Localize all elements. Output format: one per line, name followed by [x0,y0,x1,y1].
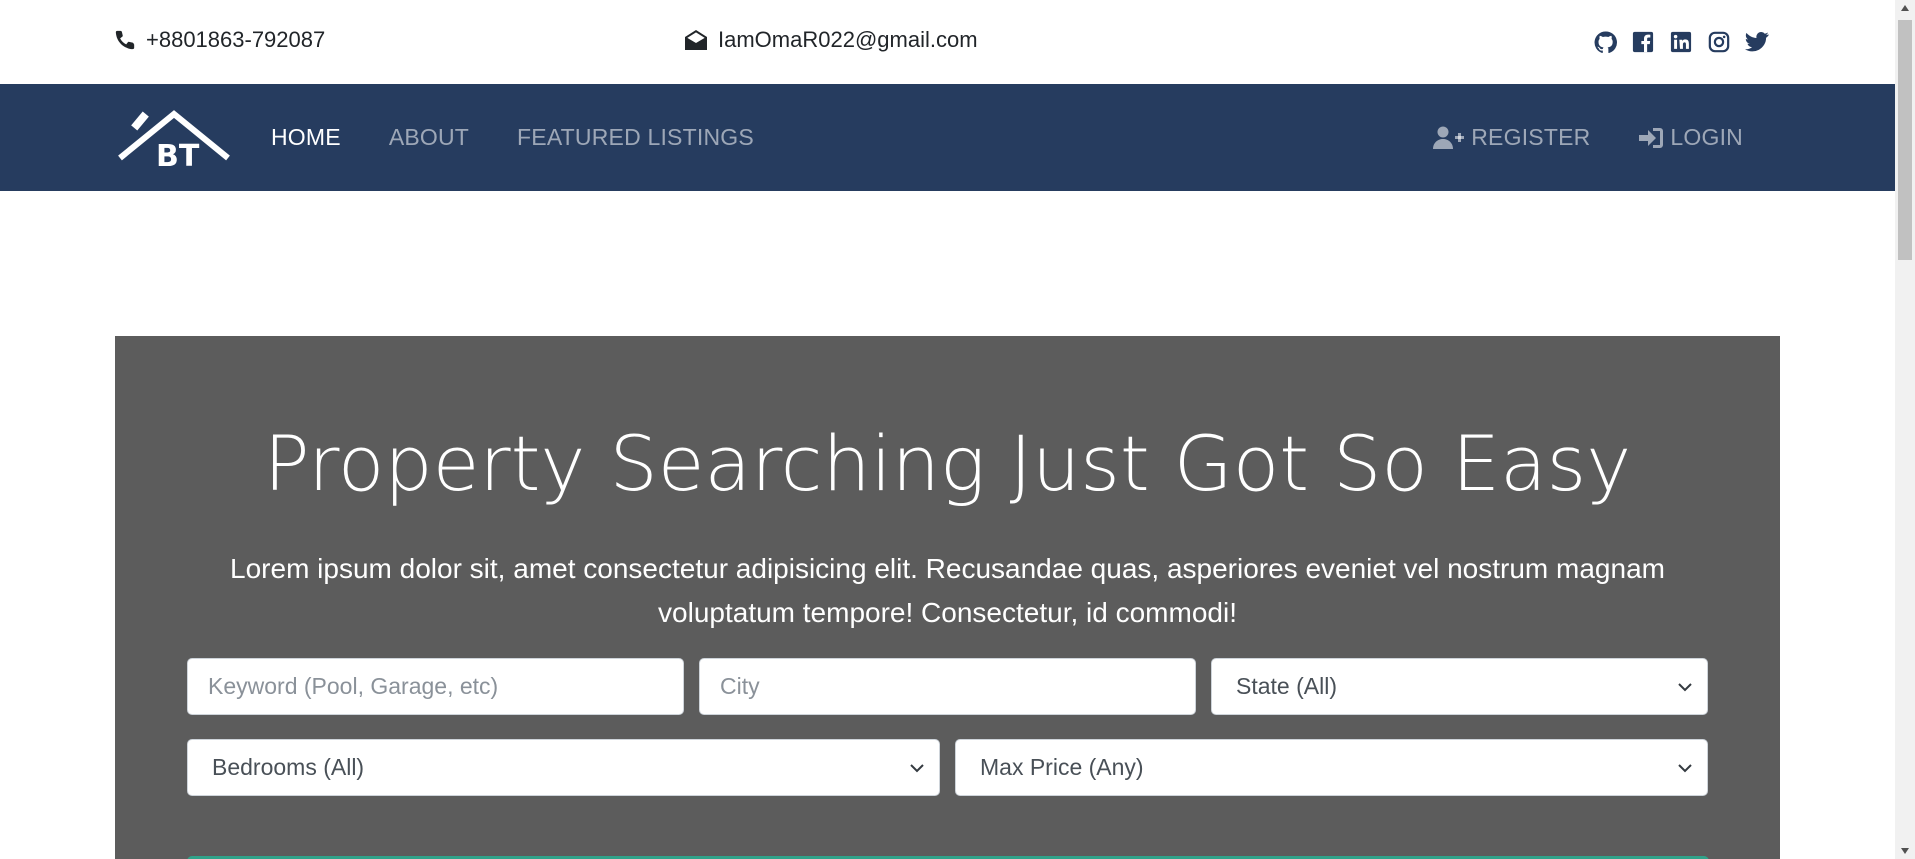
social-links [1593,30,1769,54]
nav-about[interactable]: ABOUT [389,124,469,151]
top-contact-bar: +8801863-792087 IamOmaR022@gmail.com [0,0,1895,84]
logo-text: BT [156,139,200,168]
scroll-down-arrow-icon[interactable] [1900,847,1910,855]
nav-featured-listings[interactable]: FEATURED LISTINGS [517,124,754,151]
city-input[interactable]: City [699,658,1196,715]
price-selected: Max Price (Any) [980,754,1144,780]
scroll-up-arrow-icon[interactable] [1900,4,1910,12]
keyword-input[interactable]: Keyword (Pool, Garage, etc) [187,658,684,715]
facebook-icon[interactable] [1631,30,1655,54]
envelope-open-icon [685,30,707,50]
hero-showcase: Property Searching Just Got So Easy Lore… [115,336,1780,859]
hero-title: Property Searching Just Got So Easy [263,419,1632,508]
login-label: LOGIN [1670,124,1743,150]
main-navbar: BT HOME ABOUT FEATURED LISTINGS REGISTER… [0,84,1895,191]
city-placeholder: City [720,673,760,699]
register-label: REGISTER [1471,124,1591,150]
github-icon[interactable] [1593,30,1617,54]
max-price-select[interactable]: Max Price (Any) [955,739,1708,796]
chevron-down-icon [1678,764,1692,773]
phone-contact: +8801863-792087 [114,27,325,53]
hero-description: Lorem ipsum dolor sit, amet consectetur … [230,553,1665,628]
scrollbar-thumb[interactable] [1898,20,1912,260]
phone-number: +8801863-792087 [146,27,326,52]
twitter-icon[interactable] [1745,30,1769,54]
bedrooms-select[interactable]: Bedrooms (All) [187,739,940,796]
instagram-icon[interactable] [1707,30,1731,54]
register-link[interactable]: REGISTER [1433,124,1590,151]
chevron-down-icon [910,764,924,773]
primary-nav: HOME ABOUT FEATURED LISTINGS [271,84,754,191]
phone-icon [115,30,135,50]
state-select[interactable]: State (All) [1211,658,1708,715]
brand-logo[interactable]: BT [118,106,230,174]
bedrooms-selected: Bedrooms (All) [212,754,365,780]
state-selected: State (All) [1236,673,1337,699]
email-contact: IamOmaR022@gmail.com [684,27,978,53]
auth-nav: REGISTER LOGIN [1433,84,1743,191]
nav-home[interactable]: HOME [271,124,341,151]
sign-in-icon [1639,127,1664,148]
login-link[interactable]: LOGIN [1638,124,1743,151]
email-address[interactable]: IamOmaR022@gmail.com [718,27,978,53]
keyword-placeholder: Keyword (Pool, Garage, etc) [208,673,499,699]
page-scrollbar[interactable] [1895,0,1915,859]
linkedin-icon[interactable] [1669,30,1693,54]
user-plus-icon [1433,126,1465,149]
chevron-down-icon [1678,683,1692,692]
